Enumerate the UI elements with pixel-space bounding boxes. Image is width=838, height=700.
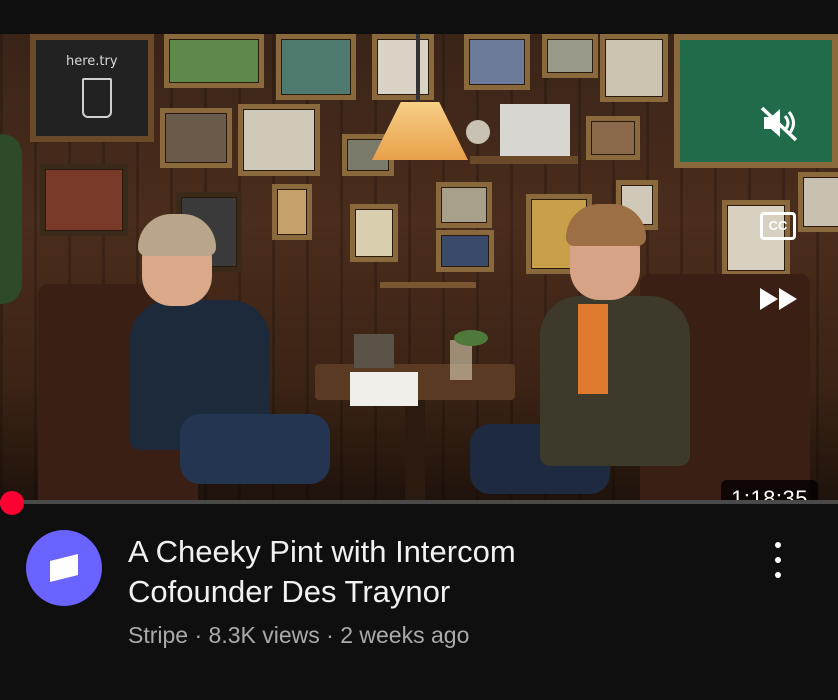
meta-separator: · xyxy=(194,622,203,648)
wall-frame xyxy=(436,230,494,272)
meta-separator: · xyxy=(326,622,334,648)
chalkboard-text: here.try xyxy=(66,54,118,69)
globe xyxy=(466,120,490,144)
notes-paper xyxy=(350,372,418,406)
wall-frame xyxy=(436,182,492,228)
wall-frame xyxy=(600,34,668,102)
wall-frame xyxy=(798,172,838,232)
wall-frame xyxy=(276,34,356,100)
wall-frame xyxy=(238,104,320,176)
pint-glass-sketch xyxy=(82,78,112,118)
channel-avatar[interactable] xyxy=(26,530,102,606)
status-bar xyxy=(0,0,838,34)
video-info: A Cheeky Pint with Intercom Cofounder De… xyxy=(0,504,838,700)
upload-age: 2 weeks ago xyxy=(340,622,470,648)
more-vertical-icon[interactable] xyxy=(766,540,790,580)
closed-captions-icon[interactable]: CC xyxy=(760,212,796,240)
shelf-books xyxy=(500,104,570,156)
video-meta: Stripe · 8.3K views · 2 weeks ago xyxy=(128,622,469,649)
muted-speaker-icon[interactable] xyxy=(758,102,800,144)
video-player[interactable]: here.try CC 1:18:35 xyxy=(0,34,838,504)
shelf-bar xyxy=(380,282,476,288)
wall-frame xyxy=(40,164,128,236)
guest-person xyxy=(470,204,700,504)
wall-frame xyxy=(160,108,232,168)
plant xyxy=(0,134,22,304)
wall-frame xyxy=(372,34,434,100)
stripe-logo-icon xyxy=(50,554,78,582)
wall-frame xyxy=(542,34,598,78)
napkin-holder xyxy=(354,334,394,368)
lamp-cord xyxy=(416,34,420,104)
wall-frame xyxy=(164,34,264,88)
video-title[interactable]: A Cheeky Pint with Intercom Cofounder De… xyxy=(128,532,708,612)
table-plant xyxy=(454,330,488,346)
pint-glass xyxy=(450,340,472,380)
shelf xyxy=(470,156,578,164)
video-title-line-2: Cofounder Des Traynor xyxy=(128,574,451,609)
chalkboard: here.try xyxy=(30,34,154,142)
wall-frame xyxy=(464,34,530,90)
table-leg xyxy=(405,400,425,504)
host-person xyxy=(130,214,330,504)
framed-jersey xyxy=(674,34,838,168)
view-count: 8.3K views xyxy=(208,622,320,648)
channel-name[interactable]: Stripe xyxy=(128,622,188,648)
wall-frame xyxy=(350,204,398,262)
wall-frame xyxy=(586,116,640,160)
fast-forward-icon[interactable] xyxy=(758,286,800,312)
video-title-line-1: A Cheeky Pint with Intercom xyxy=(128,534,516,569)
